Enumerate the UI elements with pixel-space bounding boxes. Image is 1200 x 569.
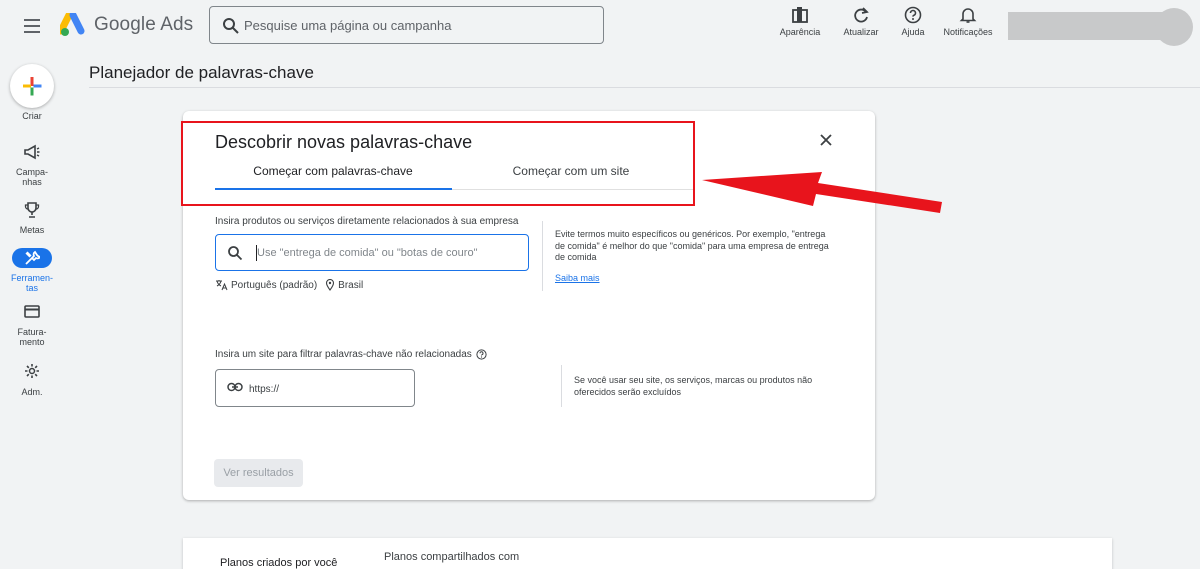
menu-icon[interactable] xyxy=(22,16,42,36)
help-label: Ajuda xyxy=(901,27,925,37)
nav-campaigns-label[interactable]: Campa- nhas xyxy=(0,167,64,187)
language-value[interactable]: Português (padrão) xyxy=(231,280,317,291)
site-field-label: Insira um site para filtrar palavras-cha… xyxy=(215,349,487,360)
site-tip: Se você usar seu site, os serviços, marc… xyxy=(574,375,813,397)
trophy-icon[interactable] xyxy=(24,202,40,218)
help-button[interactable]: Ajuda xyxy=(895,6,931,37)
annotation-arrow xyxy=(702,172,942,213)
notifications-label: Notificações xyxy=(943,27,993,37)
location-value[interactable]: Brasil xyxy=(338,280,363,291)
page-title: Planejador de palavras-chave xyxy=(89,63,314,82)
plans-card: Planos criados por você Planos compartil… xyxy=(183,538,1112,569)
site-input[interactable]: https:// xyxy=(215,369,415,407)
search-icon xyxy=(223,18,239,34)
site-placeholder: https:// xyxy=(249,384,280,395)
site-field-label-text: Insira um site para filtrar palavras-cha… xyxy=(215,349,472,360)
translate-icon xyxy=(216,280,228,291)
keywords-tip: Evite termos muito específicos ou genéri… xyxy=(555,229,829,262)
credit-card-icon[interactable] xyxy=(24,305,40,318)
title-divider xyxy=(89,87,1200,88)
gear-icon[interactable] xyxy=(24,363,40,379)
create-button[interactable] xyxy=(10,64,54,108)
refresh-button[interactable]: Atualizar xyxy=(838,6,884,37)
nav-billing-label[interactable]: Fatura- mento xyxy=(0,327,64,347)
keywords-placeholder: Use "entrega de comida" ou "botas de cou… xyxy=(257,247,478,259)
tools-nav-button[interactable] xyxy=(12,248,52,268)
search-box[interactable]: Pesquise uma página ou campanha xyxy=(209,6,604,44)
megaphone-icon[interactable] xyxy=(23,144,41,160)
nav-tools-label[interactable]: Ferramen- tas xyxy=(0,273,64,293)
brand-name: Google Ads xyxy=(94,14,194,35)
search-placeholder: Pesquise uma página ou campanha xyxy=(244,18,452,33)
refresh-icon xyxy=(854,7,869,23)
help-icon[interactable] xyxy=(476,349,487,360)
tools-icon xyxy=(25,250,40,265)
appearance-icon xyxy=(792,7,808,23)
link-icon xyxy=(227,382,243,392)
keywords-input[interactable]: Use "entrega de comida" ou "botas de cou… xyxy=(215,234,529,271)
plus-icon xyxy=(23,77,42,96)
appearance-button[interactable]: Aparência xyxy=(776,6,824,37)
avatar[interactable] xyxy=(1155,8,1193,46)
annotation-highlight-box xyxy=(181,121,695,206)
google-ads-logo[interactable] xyxy=(60,13,86,37)
nav-create-label: Criar xyxy=(22,111,42,121)
refresh-label: Atualizar xyxy=(843,27,879,37)
notifications-button[interactable]: Notificações xyxy=(937,6,999,37)
close-icon[interactable] xyxy=(818,132,834,148)
help-icon xyxy=(904,6,922,24)
account-info-redacted[interactable] xyxy=(1008,12,1163,40)
bell-icon xyxy=(959,8,977,23)
tab-plans-created-by-you[interactable]: Planos criados por você xyxy=(220,557,337,569)
language-location-row[interactable]: Português (padrão) Brasil xyxy=(215,279,363,291)
search-icon xyxy=(228,246,243,261)
tab-plans-shared-with[interactable]: Planos compartilhados com xyxy=(384,551,519,563)
nav-admin-label[interactable]: Adm. xyxy=(0,387,64,397)
appearance-label: Aparência xyxy=(779,27,821,37)
top-bar: Google Ads Pesquise uma página ou campan… xyxy=(0,0,1200,52)
location-pin-icon xyxy=(326,279,335,291)
learn-more-link[interactable]: Saiba mais xyxy=(555,273,600,283)
see-results-button[interactable]: Ver resultados xyxy=(214,459,303,487)
keywords-field-label: Insira produtos ou serviços diretamente … xyxy=(215,216,519,227)
tip-divider xyxy=(561,365,562,407)
tip-divider xyxy=(542,221,543,291)
nav-goals-label[interactable]: Metas xyxy=(0,225,64,235)
